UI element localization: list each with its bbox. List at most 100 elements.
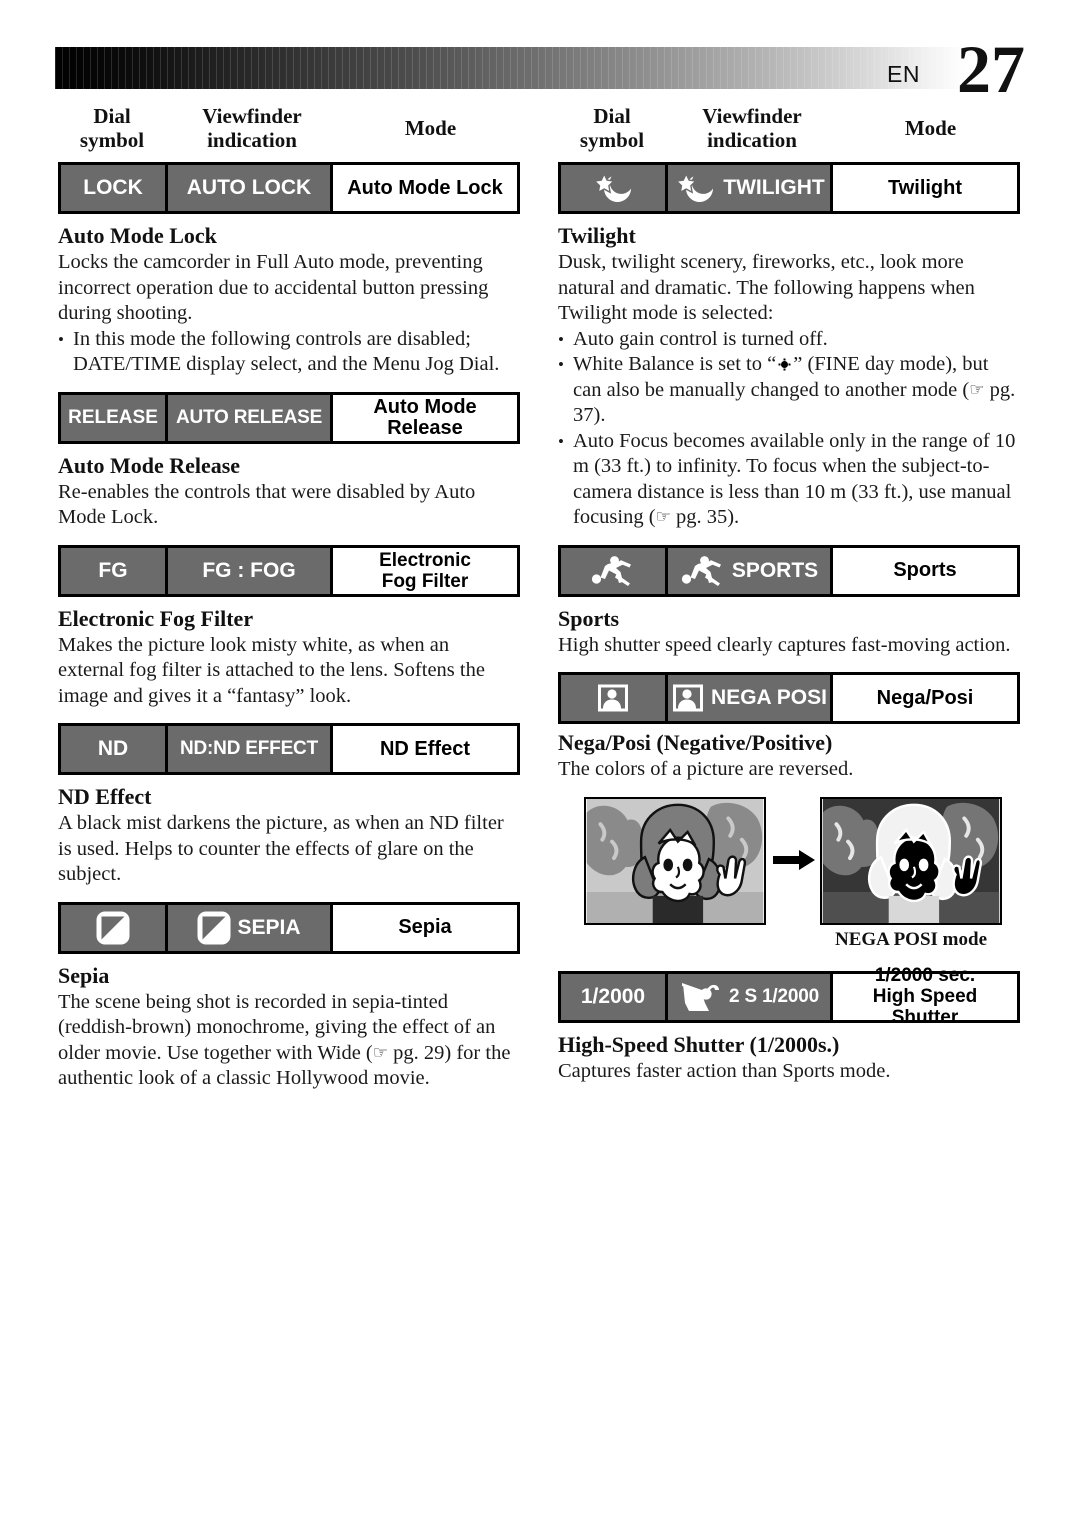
- mode-cell: Auto Mode Release: [333, 394, 517, 441]
- language-code: EN: [887, 61, 920, 87]
- section-auto-mode-release: Auto Mode Release Re-enables the control…: [58, 453, 520, 531]
- section-heading: Nega/Posi (Negative/Positive): [558, 730, 833, 755]
- list-item: Auto Focus becomes available only in the…: [558, 429, 1020, 531]
- bullet-list: Auto gain control is turned off. White B…: [558, 327, 1020, 531]
- section-heading: High-Speed Shutter (1/2000s.): [558, 1031, 840, 1057]
- nega-posi-portrait-icon: [673, 684, 704, 712]
- mode-cell: Electronic Fog Filter: [333, 547, 517, 594]
- bullet-list: In this mode the following controls are …: [58, 327, 520, 378]
- section-auto-mode-lock: Auto Mode Lock Locks the camcorder in Fu…: [58, 223, 520, 378]
- nega-posi-portrait-icon: [598, 684, 628, 712]
- page-reference: pg. 35: [670, 506, 728, 528]
- list-item: White Balance is set to “” (FINE day mod…: [558, 352, 1020, 429]
- dial-symbol-cell: [561, 165, 668, 211]
- portrait-illustration-normal: [586, 798, 764, 923]
- section-heading: Auto Mode Release: [58, 452, 241, 478]
- bullet-text-part1: Auto Focus becomes available only in the…: [573, 429, 1016, 529]
- table-row: NEGA POSI Nega/Posi: [558, 672, 1020, 724]
- mode-cell: Nega/Posi: [833, 675, 1017, 721]
- golfer-icon: [682, 982, 720, 1011]
- section-body: Dusk, twilight scenery, fireworks, etc.,…: [558, 251, 975, 324]
- section-heading: Sepia: [58, 962, 110, 988]
- header-dial-symbol: Dial symbol: [579, 104, 645, 152]
- section-body: The colors of a picture are reversed.: [558, 758, 854, 780]
- viewfinder-label: SEPIA: [237, 915, 301, 939]
- table-row: ND ND:ND EFFECT ND Effect: [58, 723, 520, 775]
- viewfinder-cell: 2 S 1/2000: [668, 973, 833, 1020]
- section-heading: Twilight: [558, 223, 636, 248]
- pointing-hand-icon: ☞: [372, 1042, 389, 1063]
- bullet-text-part3: ).: [593, 404, 606, 426]
- header-viewfinder-indication: Viewfinder indication: [702, 104, 802, 152]
- mode-cell: Twilight: [833, 165, 1017, 211]
- mode-cell: Sepia: [333, 904, 517, 951]
- dial-symbol-cell: [561, 675, 668, 721]
- page-reference: pg. 29: [388, 1041, 445, 1064]
- header-gradient-bar: [55, 47, 965, 89]
- list-item: Auto gain control is turned off.: [558, 327, 1020, 353]
- sports-runner-icon: [591, 555, 631, 586]
- viewfinder-cell: AUTO RELEASE: [168, 394, 333, 441]
- dial-symbol-cell: 1/2000: [561, 973, 668, 1020]
- nega-posi-figure: NEGA POSI mode: [558, 796, 1023, 950]
- dial-symbol-cell: RELEASE: [61, 394, 168, 441]
- mode-label-line1: 1/2000 sec.: [874, 965, 976, 986]
- right-column: Dial symbol Viewfinder indication Mode T…: [558, 100, 1023, 1098]
- table-row: FG FG : FOG Electronic Fog Filter: [58, 544, 520, 597]
- mode-cell: Sports: [833, 547, 1017, 594]
- section-twilight: Twilight Dusk, twilight scenery, firewor…: [558, 223, 1020, 531]
- section-body: Captures faster action than Sports mode.: [558, 1059, 891, 1082]
- dial-symbol-cell: FG: [61, 547, 168, 594]
- portrait-illustration-negative: [822, 798, 1000, 923]
- figure-image-negative: [820, 796, 1002, 925]
- mode-cell: 1/2000 sec. High Speed Shutter: [833, 965, 1017, 1028]
- left-table-header: Dial symbol Viewfinder indication Mode: [58, 100, 523, 162]
- sports-runner-icon: [681, 555, 721, 586]
- viewfinder-cell: FG : FOG: [168, 547, 333, 594]
- dial-symbol-cell: LOCK: [61, 165, 168, 211]
- table-row: TWILIGHT Twilight: [558, 162, 1020, 214]
- header-viewfinder-indication: Viewfinder indication: [202, 104, 302, 152]
- section-body: A black mist darkens the picture, as whe…: [58, 812, 504, 885]
- dial-symbol-cell: [561, 547, 668, 594]
- dial-symbol-cell: [61, 904, 168, 951]
- viewfinder-label: SPORTS: [731, 558, 819, 582]
- mode-label-line2: Fog Filter: [381, 570, 469, 592]
- section-body: High shutter speed clearly captures fast…: [558, 633, 1011, 656]
- section-body: The scene being shot is recorded in sepi…: [58, 990, 520, 1092]
- page-header: EN 27: [55, 35, 1025, 103]
- viewfinder-cell: SEPIA: [168, 904, 333, 951]
- page-number: 27: [957, 31, 1025, 107]
- section-heading: ND Effect: [58, 784, 152, 809]
- mode-label-line1: Electronic: [379, 549, 471, 571]
- arrow-right-icon: [773, 849, 815, 870]
- section-heading: Electronic Fog Filter: [58, 605, 254, 631]
- mode-label-line2: High Speed Shutter: [872, 986, 978, 1028]
- viewfinder-cell: ND:ND EFFECT: [168, 726, 333, 772]
- section-nd-effect: ND Effect A black mist darkens the pictu…: [58, 784, 520, 888]
- dial-symbol-cell: ND: [61, 726, 168, 772]
- bullet-text-part1: White Balance is set to “: [573, 353, 777, 375]
- viewfinder-cell: AUTO LOCK: [168, 165, 333, 211]
- list-item: In this mode the following controls are …: [58, 327, 520, 378]
- figure-image-normal: [584, 796, 766, 925]
- section-electronic-fog-filter: Electronic Fog Filter Makes the picture …: [58, 606, 520, 710]
- right-table-header: Dial symbol Viewfinder indication Mode: [558, 100, 1023, 162]
- pointing-hand-icon: ☞: [655, 507, 671, 527]
- mode-cell: Auto Mode Lock: [333, 165, 517, 211]
- section-high-speed-shutter: High-Speed Shutter (1/2000s.) Captures f…: [558, 1032, 1020, 1085]
- header-mode: Mode: [404, 116, 457, 140]
- figure-caption: NEGA POSI mode: [834, 928, 988, 950]
- twilight-moon-star-icon: [675, 172, 714, 202]
- header-mode: Mode: [904, 116, 957, 140]
- sepia-icon: [197, 911, 231, 944]
- viewfinder-label: NEGA POSI: [711, 686, 827, 709]
- left-column: Dial symbol Viewfinder indication Mode L…: [58, 100, 523, 1106]
- table-row: RELEASE AUTO RELEASE Auto Mode Release: [58, 391, 520, 444]
- table-row: SEPIA Sepia: [58, 901, 520, 954]
- sepia-icon: [96, 911, 130, 944]
- viewfinder-cell: TWILIGHT: [668, 165, 833, 211]
- section-heading: Auto Mode Lock: [58, 223, 217, 248]
- section-body: Locks the camcorder in Full Auto mode, p…: [58, 251, 489, 324]
- viewfinder-cell: SPORTS: [668, 547, 833, 594]
